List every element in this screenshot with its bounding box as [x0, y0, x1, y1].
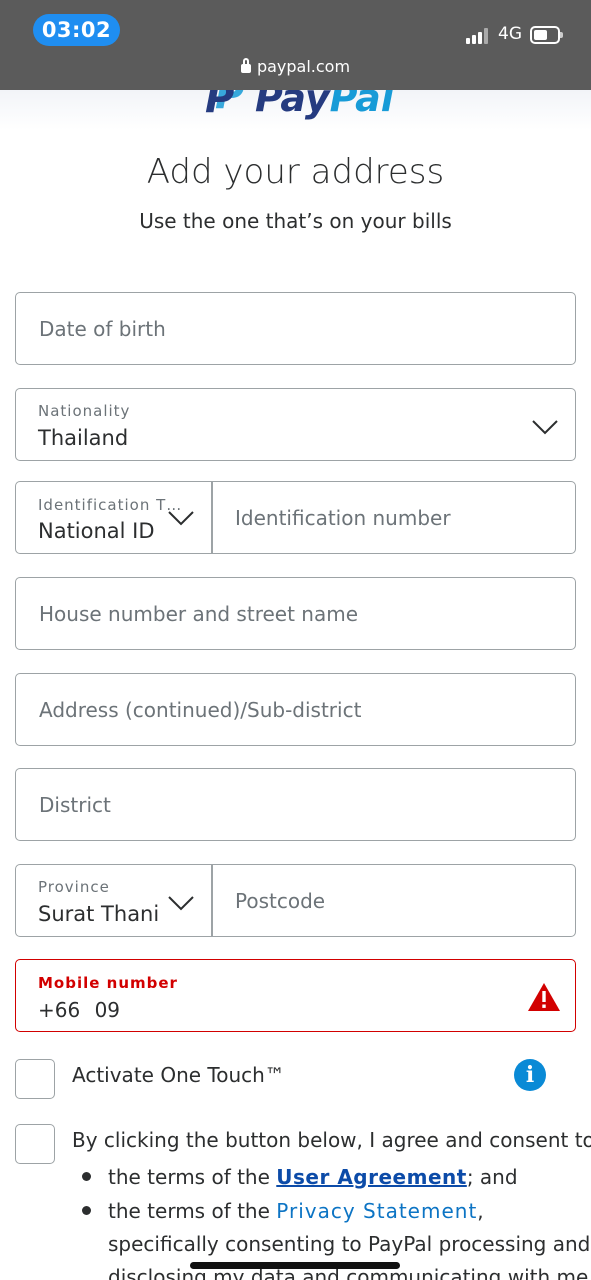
lock-icon — [240, 58, 251, 73]
identification-type-label: Identification T… — [38, 496, 183, 514]
house-street-field[interactable]: House number and street name — [15, 577, 576, 650]
page-subtitle: Use the one that’s on your bills — [139, 209, 452, 233]
mobile-number-label: Mobile number — [38, 974, 178, 992]
page-title: Add your address — [146, 152, 445, 192]
logo-text-pay: Pay — [255, 90, 330, 120]
info-icon[interactable]: i — [514, 1059, 546, 1091]
consent-intro: By clicking the button below, I agree an… — [72, 1128, 591, 1152]
nationality-label: Nationality — [38, 402, 131, 420]
one-touch-checkbox[interactable] — [15, 1059, 55, 1099]
signal-icon — [466, 28, 492, 44]
mobile-number-value: 09 — [94, 998, 121, 1022]
postcode-input[interactable]: Postcode — [212, 865, 575, 936]
address-continued-field[interactable]: Address (continued)/Sub-district — [15, 673, 576, 746]
district-field[interactable]: District — [15, 768, 576, 841]
province-label: Province — [38, 878, 110, 896]
privacy-statement-link[interactable]: Privacy Statement — [276, 1199, 477, 1223]
logo-text-pal: Pal — [329, 90, 394, 120]
country-code: +66 — [38, 998, 81, 1022]
battery-icon — [530, 26, 563, 44]
date-of-birth-placeholder: Date of birth — [39, 316, 166, 341]
bullet-icon — [82, 1172, 91, 1181]
postcode-placeholder: Postcode — [235, 888, 326, 913]
chevron-down-icon — [532, 419, 558, 435]
province-select[interactable]: Province Surat Thani — [16, 865, 211, 936]
consent-checkbox[interactable] — [15, 1124, 55, 1164]
url-text: paypal.com — [256, 57, 351, 76]
mobile-number-field[interactable]: Mobile number +66 09 — [15, 959, 576, 1032]
identification-row: Identification T… National ID Identifica… — [15, 481, 576, 554]
nationality-select[interactable]: Nationality Thailand — [15, 388, 576, 461]
list-item: the terms of the Privacy Statement, — [72, 1194, 582, 1228]
identification-number-input[interactable]: Identification number — [212, 482, 575, 553]
identification-number-placeholder: Identification number — [235, 505, 451, 530]
district-placeholder: District — [39, 792, 111, 817]
user-agreement-link[interactable]: User Agreement — [276, 1165, 467, 1189]
province-postcode-row: Province Surat Thani Postcode — [15, 864, 576, 937]
home-indicator[interactable] — [190, 1262, 400, 1269]
consent-text-line: specifically consenting to PayPal proces… — [108, 1232, 591, 1256]
address-continued-placeholder: Address (continued)/Sub-district — [39, 697, 362, 722]
chevron-down-icon — [168, 895, 194, 911]
nationality-value: Thailand — [38, 426, 129, 450]
header: P P PayPal — [0, 90, 591, 130]
list-item: the terms of the User Agreement; and — [72, 1160, 582, 1194]
one-touch-label: Activate One Touch™ — [72, 1063, 285, 1087]
clock-time: 03:02 — [33, 14, 120, 46]
url-bar[interactable]: paypal.com — [0, 57, 591, 76]
network-type: 4G — [498, 24, 522, 44]
identification-type-select[interactable]: Identification T… National ID — [16, 482, 211, 553]
chevron-down-icon — [168, 510, 194, 526]
status-bar: 03:02 4G paypal.com — [0, 0, 591, 90]
date-of-birth-field[interactable]: Date of birth — [15, 292, 576, 365]
house-street-placeholder: House number and street name — [39, 601, 359, 626]
identification-type-value: National ID — [38, 519, 155, 543]
warning-icon — [527, 982, 561, 1012]
bullet-icon — [82, 1206, 91, 1215]
province-value: Surat Thani — [38, 902, 160, 926]
consent-list: the terms of the User Agreement; and the… — [72, 1160, 582, 1228]
